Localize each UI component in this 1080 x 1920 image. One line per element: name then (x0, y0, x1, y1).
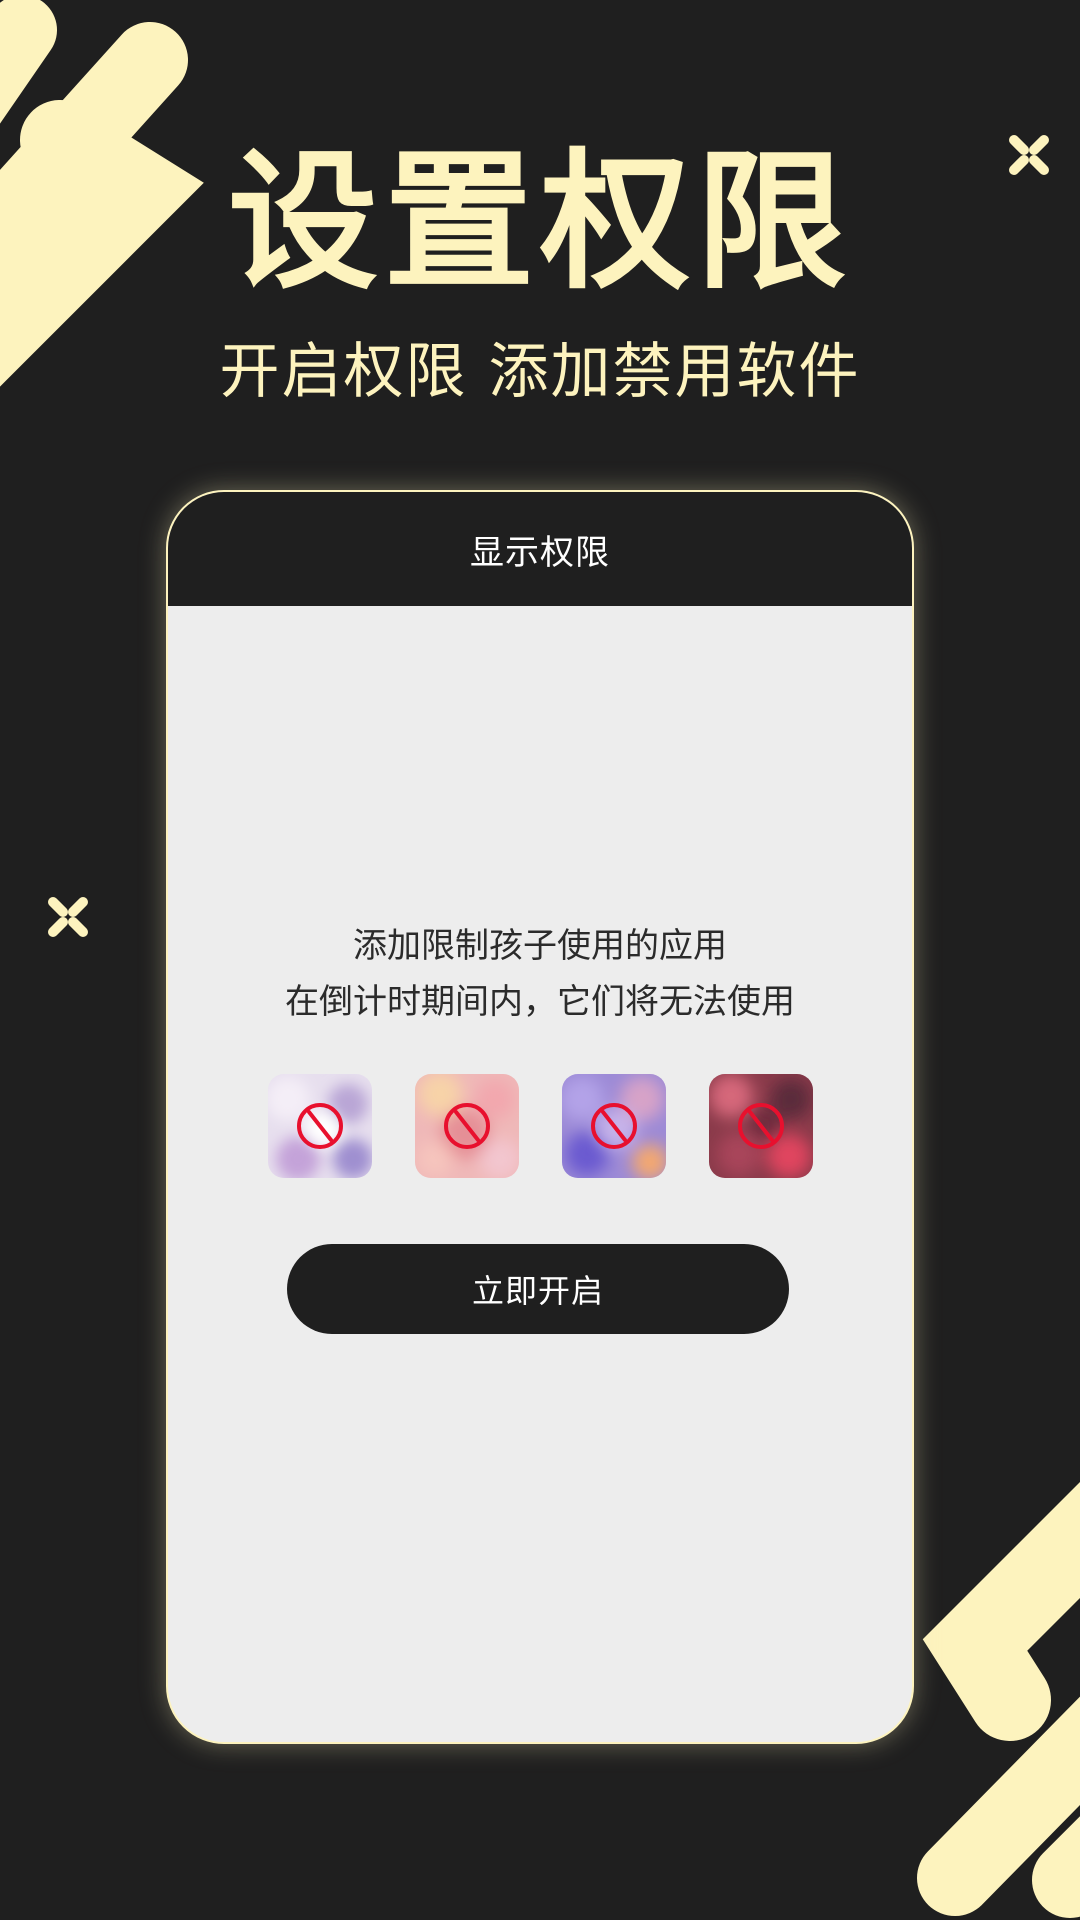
blocked-app-4 (709, 1074, 813, 1178)
permission-card: 显示权限 添加限制孩子使用的应用 在倒计时期间内，它们将无法使用 立即开启 (166, 490, 914, 1744)
ban-icon (738, 1103, 784, 1149)
blocked-apps-row (268, 1074, 816, 1180)
page-subheadline: 开启权限 添加禁用软件 (219, 337, 861, 407)
enable-now-button[interactable]: 立即开启 (287, 1244, 789, 1334)
bottom-right-stripe-2 (1032, 1816, 1080, 1918)
blocked-app-3 (562, 1074, 666, 1178)
ban-icon (591, 1103, 637, 1149)
description-line-2: 在倒计时期间内，它们将无法使用 (285, 982, 795, 1022)
ban-icon (297, 1103, 343, 1149)
blocked-app-2 (415, 1074, 519, 1178)
page-headline: 设置权限 (227, 136, 852, 310)
blocked-app-1 (268, 1074, 372, 1178)
top-left-stripe-1 (0, 0, 57, 124)
ban-icon (444, 1103, 490, 1149)
card-header: 显示权限 (168, 492, 912, 606)
bottom-right-hook (922, 1482, 1080, 1741)
promo-screen: 设置权限 开启权限 添加禁用软件 显示权限 添加限制孩子使用的应用 在倒计时期间… (0, 0, 1080, 1920)
enable-now-button-label: 立即开启 (471, 1272, 604, 1310)
description-line-1: 添加限制孩子使用的应用 (353, 926, 727, 966)
bottom-right-stripe-1 (917, 1696, 1080, 1916)
card-header-title: 显示权限 (470, 532, 610, 573)
sparkle-icon-left (48, 897, 88, 937)
card-description: 添加限制孩子使用的应用 在倒计时期间内，它们将无法使用 (168, 918, 912, 1030)
